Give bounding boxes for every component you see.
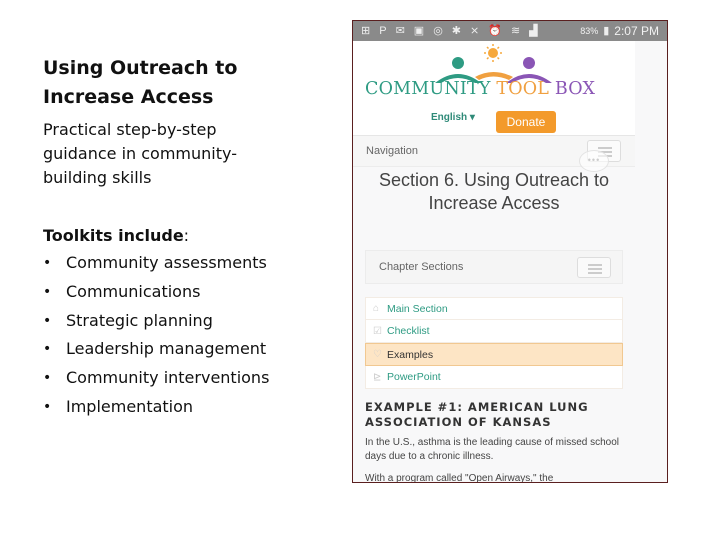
battery-icon: ▮ <box>603 24 610 37</box>
toolkit-item: • Strategic planning <box>43 307 343 336</box>
toolkits-heading: Toolkits include: <box>43 223 343 249</box>
logo-wordmark: COMMUNITY TOOL BOX <box>365 79 595 99</box>
bullet-icon: • <box>43 283 52 300</box>
powerpoint-icon: ⊵ <box>373 371 382 383</box>
language-label: English <box>431 112 468 123</box>
hamburger-icon <box>598 147 612 149</box>
clock: 2:07 PM <box>614 24 659 38</box>
chapter-sections-menu-button[interactable] <box>577 257 611 278</box>
example-paragraph: In the U.S., asthma is the leading cause… <box>365 437 620 462</box>
example-paragraph: With a program called "Open Airways," th… <box>365 473 554 483</box>
chapter-item-powerpoint[interactable]: ⊵ PowerPoint <box>365 366 623 389</box>
home-icon: ⌂ <box>373 303 380 314</box>
toolkit-label: Community assessments <box>66 253 267 272</box>
caret-down-icon: ▾ <box>469 112 475 123</box>
bullet-icon: • <box>43 312 52 329</box>
bluetooth-icon: ✱ <box>451 24 462 37</box>
image-icon: ▣ <box>413 24 425 37</box>
hamburger-icon <box>588 264 602 266</box>
logo-word-box: BOX <box>554 79 596 99</box>
toolkit-label: Community interventions <box>66 368 270 388</box>
toolkit-item: • Community assessments <box>43 249 343 278</box>
toolkit-label: Leadership management <box>66 339 267 359</box>
donate-button[interactable]: Donate <box>496 111 556 133</box>
chapter-item-label: Examples <box>387 348 434 361</box>
slide-title: Using Outreach to Increase Access <box>43 57 238 108</box>
signal-icon: ▟ <box>529 24 538 37</box>
hamburger-icon-bar <box>588 272 602 274</box>
paypal-icon: P <box>379 24 387 37</box>
wifi-icon: ≋ <box>510 24 521 37</box>
chapter-section-list: ⌂ Main Section ☑ Checklist ♡ Examples ⊵ Powe… <box>365 297 623 389</box>
chapter-item-label: Checklist <box>387 325 430 337</box>
chapter-item-main-section[interactable]: ⌂ Main Section <box>365 297 623 320</box>
slide-subtitle: Practical step-by-step guidance in commu… <box>43 120 237 187</box>
phone-screenshot: ⊞ P ✉ ▣ ◎ ✱ ⨯ ⏰ ≋ ▟ 83% ▮ 2:07 PM COMMUN… <box>352 20 668 483</box>
toolkits-colon: : <box>183 226 190 245</box>
sun-icon <box>484 44 502 62</box>
chapter-sections-label: Chapter Sections <box>379 261 464 273</box>
navigation-label: Navigation <box>366 145 418 157</box>
battery-percent: 83% <box>580 26 599 36</box>
toolkit-item: • Leadership management <box>43 335 343 364</box>
toolkit-item: • Implementation <box>43 393 343 422</box>
toolkits-section: Toolkits include: • Community assessments… <box>43 223 343 422</box>
toolkit-item: • Communications <box>43 278 343 307</box>
chapter-item-examples[interactable]: ♡ Examples <box>365 343 623 366</box>
lightbulb-icon: ♡ <box>373 349 382 360</box>
example-heading: EXAMPLE #1: AMERICAN LUNG ASSOCIATION OF… <box>365 400 589 429</box>
mute-icon: ⨯ <box>470 24 480 37</box>
add-icon: ⊞ <box>361 24 371 37</box>
bullet-icon: • <box>43 370 52 387</box>
status-bar: ⊞ P ✉ ▣ ◎ ✱ ⨯ ⏰ ≋ ▟ 83% ▮ 2:07 PM <box>353 21 667 41</box>
chapter-sections-bar[interactable]: Chapter Sections <box>365 250 623 284</box>
site-header: COMMUNITY TOOL BOX English ▾ Donate <box>353 41 635 135</box>
toolkit-item: • Community interventions <box>43 364 343 393</box>
sync-icon: ◎ <box>433 24 443 37</box>
toolkit-list: • Community assessments • Communications •… <box>43 249 343 422</box>
toolkit-label: Implementation <box>66 396 194 416</box>
alarm-icon: ⏰ <box>488 24 502 37</box>
chapter-item-checklist[interactable]: ☑ Checklist <box>365 320 623 343</box>
chapter-item-label: PowerPoint <box>387 371 441 383</box>
bullet-icon: • <box>43 255 52 271</box>
toolkit-label: Communications <box>66 281 201 301</box>
mail-icon: ✉ <box>395 24 405 37</box>
logo-word-community: COMMUNITY <box>365 79 491 99</box>
toolkit-label: Strategic planning <box>66 310 213 330</box>
checklist-icon: ☑ <box>373 325 382 337</box>
logo-word-tool: TOOL <box>496 79 550 99</box>
toolkits-heading-text: Toolkits include <box>43 226 184 245</box>
chapter-item-label: Main Section <box>387 302 448 315</box>
section-title: Section 6. Using Outreach to Increase Ac… <box>378 170 610 213</box>
bullet-icon: • <box>43 398 52 415</box>
bullet-icon: • <box>43 341 52 358</box>
language-selector[interactable]: English ▾ <box>431 112 475 123</box>
navigation-bar[interactable]: Navigation ••• <box>353 135 635 172</box>
hamburger-icon-bar <box>588 268 602 270</box>
